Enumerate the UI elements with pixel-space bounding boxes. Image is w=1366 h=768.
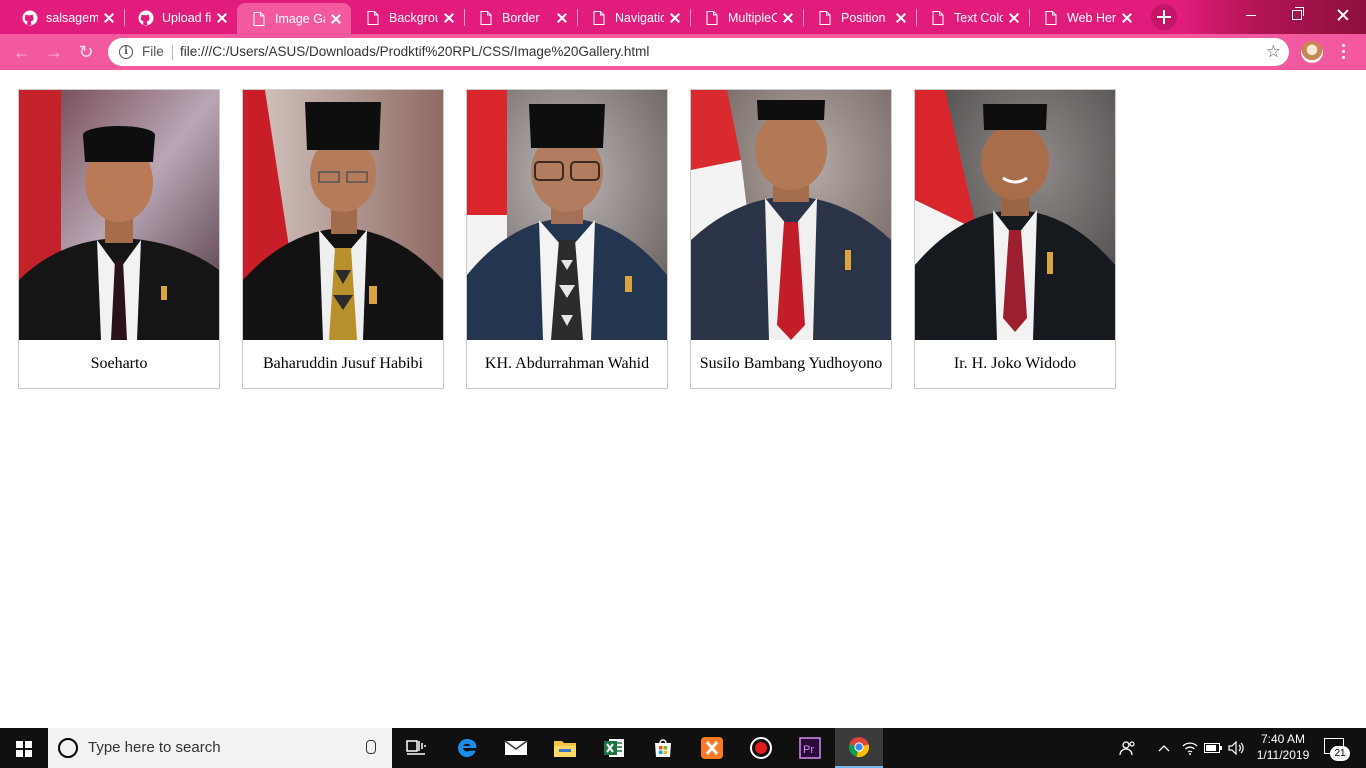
portrait-photo[interactable] [467,90,667,340]
address-bar[interactable]: i File file:///C:/Users/ASUS/Downloads/P… [108,38,1289,66]
tab-1[interactable]: salsagem [8,3,124,32]
page-icon [1043,10,1059,26]
minimize-button[interactable] [1228,0,1274,30]
tab-title: Web Her [1067,10,1116,25]
gallery-item: Baharuddin Jusuf Habibi [242,89,444,389]
tab-9[interactable]: Text Colo [916,3,1029,32]
gallery-item: KH. Abdurrahman Wahid [466,89,668,389]
svg-text:Pr: Pr [803,744,814,756]
recorder-icon[interactable] [737,728,785,768]
people-icon[interactable] [1116,728,1140,768]
close-tab-icon[interactable] [894,11,908,25]
portrait-photo[interactable] [691,90,891,340]
windows-taskbar: Type here to search Pr 7:40 AM 1/11/2019… [0,728,1366,768]
edge-icon[interactable] [443,728,491,768]
clock-time: 7:40 AM [1260,732,1306,746]
store-icon[interactable] [639,728,687,768]
close-tab-icon[interactable] [1007,11,1021,25]
close-tab-icon[interactable] [1120,11,1134,25]
gallery-item: Soeharto [18,89,220,389]
close-tab-icon[interactable] [215,11,229,25]
tab-title: salsagem [46,10,98,25]
caption: Ir. H. Joko Widodo [953,355,1077,372]
tab-title: MultipleC [728,10,777,25]
tab-title: Navigatic [615,10,664,25]
page-icon [591,10,607,26]
page-icon [930,10,946,26]
tab-10[interactable]: Web Her [1029,3,1142,32]
search-placeholder: Type here to search [88,739,221,756]
browser-toolbar: ← → ↻ i File file:///C:/Users/ASUS/Downl… [0,34,1366,70]
close-tab-icon[interactable] [668,11,682,25]
forward-button[interactable]: → [42,40,66,64]
reload-button[interactable]: ↻ [74,40,98,64]
chrome-icon[interactable] [835,728,883,768]
system-clock[interactable]: 7:40 AM 1/11/2019 [1250,731,1316,763]
notification-count-badge: 21 [1330,746,1350,761]
mail-icon[interactable] [492,728,540,768]
tab-title: Backgrou [389,10,438,25]
clock-date: 1/11/2019 [1256,748,1310,762]
wifi-icon[interactable] [1180,728,1200,768]
page-icon [251,11,267,27]
tab-title: Position I [841,10,890,25]
back-button[interactable]: ← [10,40,34,64]
profile-avatar[interactable] [1301,41,1323,63]
gallery-item: Ir. H. Joko Widodo [914,89,1116,389]
windows-logo-icon [16,741,32,757]
portrait-photo[interactable] [915,90,1115,340]
github-icon [138,10,154,26]
tab-2[interactable]: Upload fi [124,3,237,32]
tab-7[interactable]: MultipleC [690,3,803,32]
microphone-icon[interactable] [366,740,376,754]
caption: KH. Abdurrahman Wahid [484,355,650,372]
chevron-up-icon[interactable] [1154,728,1174,768]
tab-5[interactable]: Border [464,3,577,32]
xampp-icon[interactable] [688,728,736,768]
close-window-button[interactable] [1320,0,1366,30]
taskbar-search-box[interactable]: Type here to search [48,728,392,768]
page-icon [365,10,381,26]
url-text[interactable]: file:///C:/Users/ASUS/Downloads/Prodktif… [180,44,649,59]
tab-title: Border [502,10,540,25]
page-icon [817,10,833,26]
premiere-icon[interactable]: Pr [786,728,834,768]
tab-title: Upload fi [162,10,211,25]
page-icon [478,10,494,26]
tab-title: Image Ga [275,11,325,26]
close-tab-icon[interactable] [442,11,456,25]
caption: Baharuddin Jusuf Habibi [263,355,423,372]
tab-3-active[interactable]: Image Ga [237,3,351,34]
new-tab-button[interactable] [1151,4,1177,30]
battery-icon[interactable] [1203,728,1223,768]
file-explorer-icon[interactable] [541,728,589,768]
tab-title: Text Colo [954,10,1003,25]
close-tab-icon[interactable] [329,12,343,26]
close-tab-icon[interactable] [555,11,569,25]
excel-icon[interactable] [590,728,638,768]
portrait-photo[interactable] [243,90,443,340]
address-divider [172,45,173,60]
volume-icon[interactable] [1226,728,1246,768]
close-tab-icon[interactable] [781,11,795,25]
portrait-photo[interactable] [19,90,219,340]
tab-6[interactable]: Navigatic [577,3,690,32]
page-icon [704,10,720,26]
menu-icon[interactable] [1340,42,1346,64]
info-icon[interactable]: i [119,45,133,59]
tab-8[interactable]: Position I [803,3,916,32]
caption: Susilo Bambang Yudhoyono [699,355,883,372]
close-tab-icon[interactable] [102,11,116,25]
star-icon[interactable]: ☆ [1266,42,1281,62]
scheme-label: File [142,44,164,59]
start-button[interactable] [0,728,48,768]
caption: Soeharto [90,355,148,372]
restore-button[interactable] [1274,0,1320,30]
tab-4[interactable]: Backgrou [351,3,464,32]
github-icon [22,10,38,26]
cortana-icon[interactable] [58,738,78,758]
task-view-icon[interactable] [392,728,440,768]
gallery-item: Susilo Bambang Yudhoyono [690,89,892,389]
tab-strip: salsagem Upload fi Image Ga Backgrou Bor… [0,0,1366,34]
